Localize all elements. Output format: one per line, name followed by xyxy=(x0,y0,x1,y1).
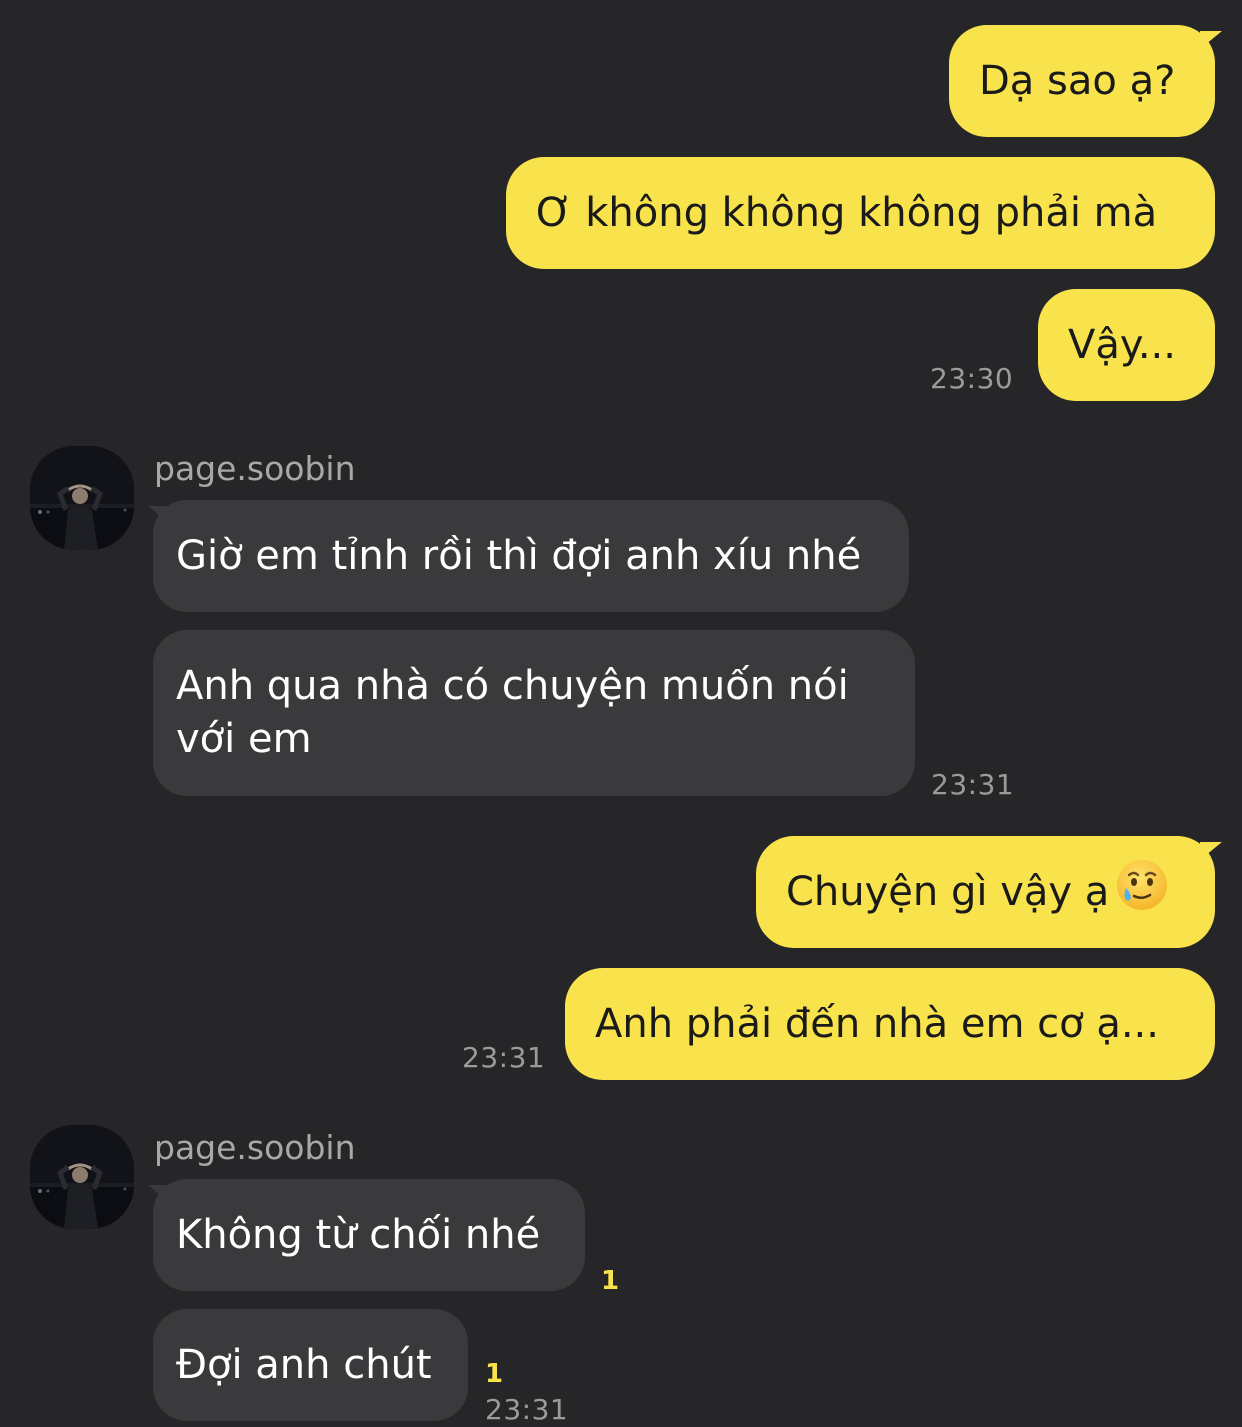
message-text: Anh phải đến nhà em cơ ạ... xyxy=(595,1000,1159,1047)
crying-smile-emoji-icon xyxy=(1115,858,1169,926)
incoming-message-bubble[interactable]: Giờ em tỉnh rồi thì đợi anh xíu nhé xyxy=(153,500,909,612)
sender-name: page.soobin xyxy=(154,1128,356,1167)
bubble-tail xyxy=(1200,31,1222,49)
message-text: Anh qua nhà có chuyện muốn nói với em xyxy=(176,663,849,762)
message-text: Đợi anh chút xyxy=(176,1341,432,1388)
incoming-message-bubble[interactable]: Đợi anh chút xyxy=(153,1309,468,1421)
profile-photo xyxy=(30,1125,134,1229)
message-timestamp: 23:31 xyxy=(462,1041,546,1074)
avatar[interactable] xyxy=(30,1125,134,1229)
message-text: Ơ không không không phải mà xyxy=(536,189,1158,236)
message-text: Dạ sao ạ? xyxy=(979,57,1176,104)
outgoing-message-bubble[interactable]: Vậy... xyxy=(1038,289,1215,401)
avatar[interactable] xyxy=(30,446,134,550)
message-timestamp: 23:30 xyxy=(930,362,1014,395)
message-text: Chuyện gì vậy ạ xyxy=(786,868,1110,915)
unread-count: 1 xyxy=(601,1266,620,1296)
unread-count: 1 xyxy=(485,1359,504,1389)
message-timestamp: 23:31 xyxy=(931,768,1015,801)
message-text: Giờ em tỉnh rồi thì đợi anh xíu nhé xyxy=(176,532,862,579)
outgoing-message-bubble[interactable]: Dạ sao ạ? xyxy=(949,25,1215,137)
incoming-message-bubble[interactable]: Anh qua nhà có chuyện muốn nói với em xyxy=(153,630,915,796)
sender-name: page.soobin xyxy=(154,449,356,488)
bubble-tail xyxy=(1200,842,1222,860)
outgoing-message-bubble[interactable]: Ơ không không không phải mà xyxy=(506,157,1215,269)
message-text: Vậy... xyxy=(1068,321,1176,368)
message-text: Không từ chối nhé xyxy=(176,1211,541,1258)
incoming-message-bubble[interactable]: Không từ chối nhé xyxy=(153,1179,585,1291)
outgoing-message-bubble[interactable]: Anh phải đến nhà em cơ ạ... xyxy=(565,968,1215,1080)
message-timestamp: 23:31 xyxy=(485,1393,569,1426)
outgoing-message-bubble[interactable]: Chuyện gì vậy ạ xyxy=(756,836,1215,948)
profile-photo xyxy=(30,446,134,550)
